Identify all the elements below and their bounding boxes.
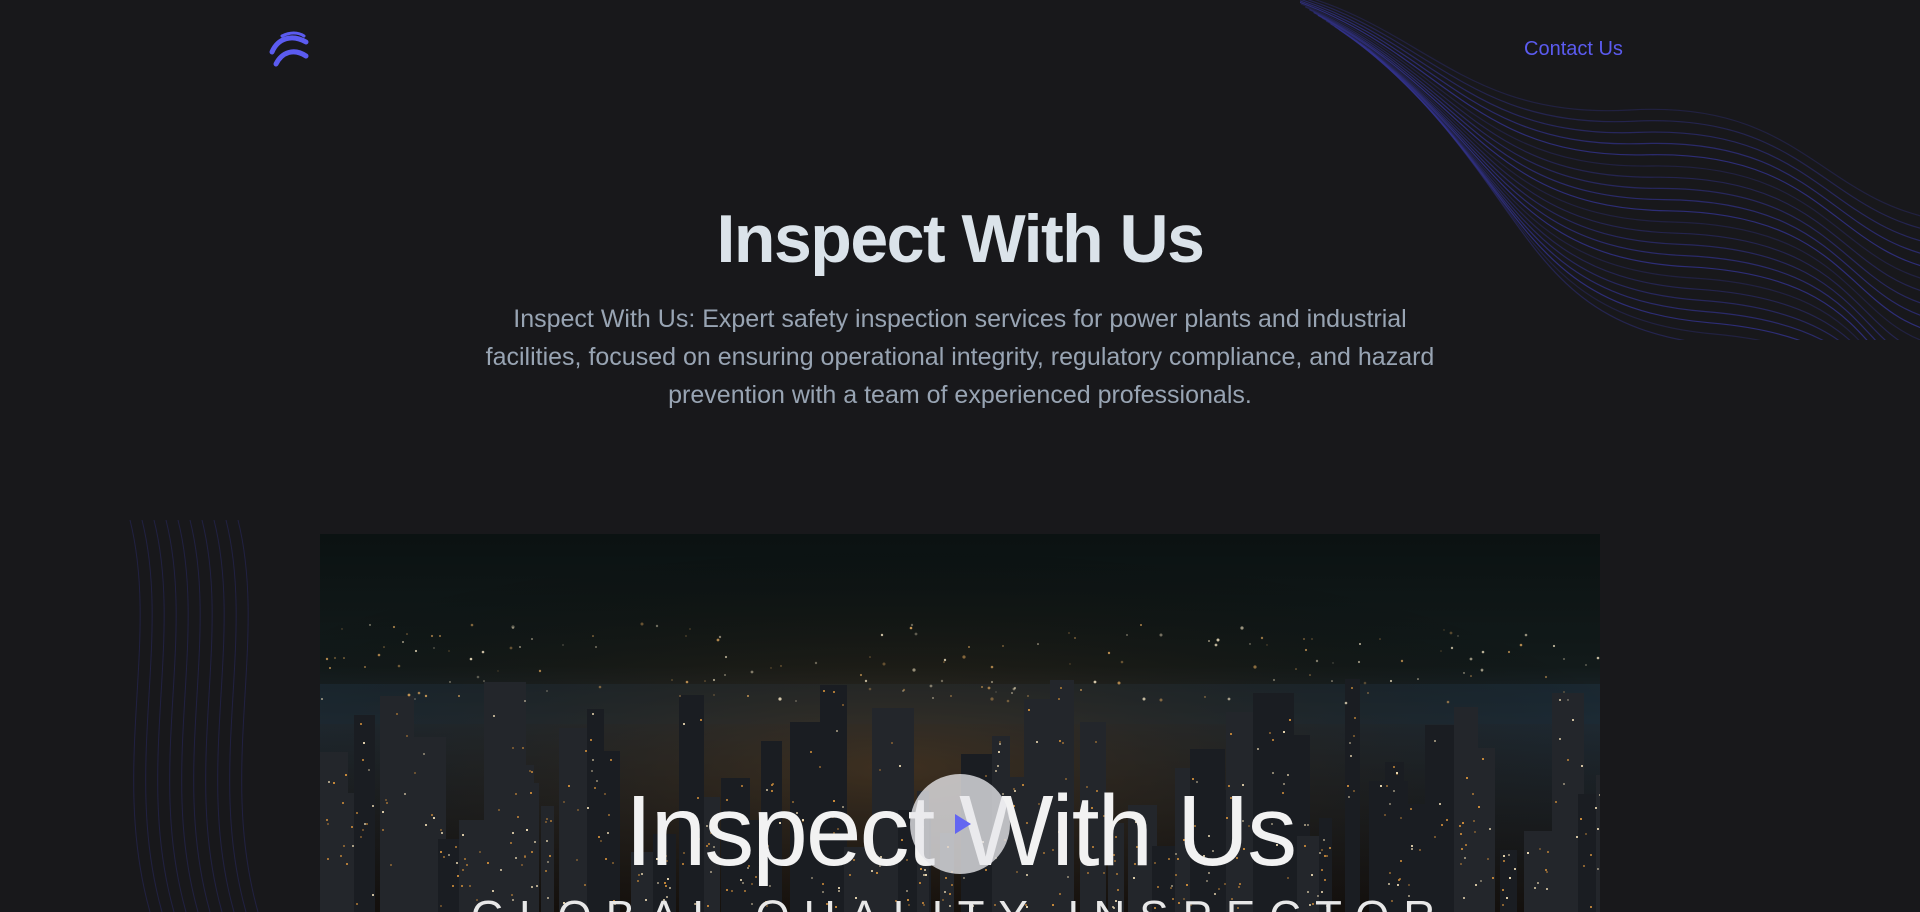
landing-page: Contact Us Inspect With Us Inspect With … (0, 0, 1920, 912)
hero-description: Inspect With Us: Expert safety inspectio… (485, 305, 1435, 409)
hero-title: Inspect With Us (716, 201, 1205, 277)
logo-icon[interactable] (268, 30, 312, 70)
intro-video[interactable]: Inspect With Us GLOBAL QUALITY INSPECTOR (320, 534, 1600, 912)
contact-us-link[interactable]: Contact Us (1524, 38, 1623, 61)
play-button[interactable] (910, 774, 1010, 874)
video-overlay-subtitle: GLOBAL QUALITY INSPECTOR (320, 892, 1600, 912)
play-icon (954, 814, 971, 834)
